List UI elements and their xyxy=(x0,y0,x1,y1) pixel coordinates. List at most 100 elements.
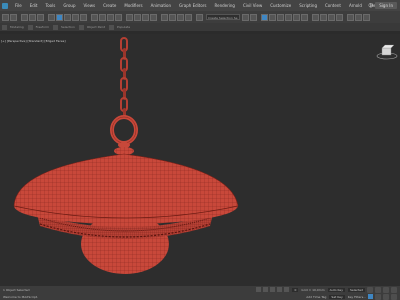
view-cube-icon[interactable] xyxy=(376,44,398,60)
ribbon-tab-populate[interactable]: Populate xyxy=(117,25,130,29)
hanging-ring xyxy=(110,115,138,145)
ribbon-tab-object-paint[interactable]: Object Paint xyxy=(87,25,105,29)
rendered-frame-icon[interactable] xyxy=(320,13,327,21)
mirror-icon[interactable] xyxy=(242,13,249,21)
percent-snap-icon[interactable] xyxy=(177,13,184,21)
perspective-viewport[interactable]: [+] [Perspective] [Standard] [Edged Face… xyxy=(0,34,400,286)
align-icon[interactable] xyxy=(250,13,257,21)
menu-edit[interactable]: Edit xyxy=(26,3,42,8)
viewport-canvas xyxy=(13,37,398,274)
grid-readout: Grid = 10,0mm xyxy=(301,287,325,292)
render-active-icon[interactable] xyxy=(336,13,343,21)
menu-tools[interactable]: Tools xyxy=(41,3,59,8)
menu-arnold[interactable]: Arnold xyxy=(345,3,366,8)
finial xyxy=(114,142,134,155)
schematic-view-icon[interactable] xyxy=(293,13,300,21)
ribbon-modeling-icon[interactable] xyxy=(2,24,7,30)
go-to-start-icon[interactable] xyxy=(256,287,262,292)
layer-explorer-icon[interactable] xyxy=(269,13,276,21)
redo-icon[interactable] xyxy=(10,13,17,21)
menu-graph-editors[interactable]: Graph Editors xyxy=(175,3,210,8)
menu-create[interactable]: Create xyxy=(99,3,120,8)
ribbon-freeform-icon[interactable] xyxy=(27,24,33,30)
menu-animation[interactable]: Animation xyxy=(147,3,175,8)
add-time-tag[interactable]: Add Time Tag xyxy=(306,295,326,299)
curve-editor-icon[interactable] xyxy=(285,13,292,21)
play-icon[interactable] xyxy=(270,287,276,292)
current-frame-field[interactable]: 0 xyxy=(292,287,299,292)
placement-icon[interactable] xyxy=(115,13,122,21)
ribbon-populate-icon[interactable] xyxy=(109,24,115,30)
reference-coord-icon[interactable] xyxy=(126,13,133,21)
next-frame-icon[interactable] xyxy=(277,287,283,292)
menu-group[interactable]: Group xyxy=(59,3,79,8)
auto-key-button[interactable]: Auto Key xyxy=(327,287,345,292)
menu-civil-view[interactable]: Civil View xyxy=(239,3,266,8)
undo-icon[interactable] xyxy=(2,13,9,21)
set-key-icon[interactable] xyxy=(368,294,373,299)
arnold-light-icon[interactable] xyxy=(355,13,362,21)
rotate-icon[interactable] xyxy=(99,13,106,21)
maximize-viewport-icon[interactable] xyxy=(391,293,397,300)
ribbon-tab-modeling[interactable]: Modeling xyxy=(10,25,24,29)
menu-bar: File Edit Tools Group Views Create Modifiers An… xyxy=(0,0,400,11)
menu-views[interactable]: Views xyxy=(80,3,100,8)
selection-filter-icon[interactable] xyxy=(48,13,55,21)
ribbon-tab-freeform[interactable]: Freeform xyxy=(36,25,49,29)
manipulate-icon[interactable] xyxy=(142,13,149,21)
ribbon-toggle-icon[interactable] xyxy=(277,13,284,21)
arnold-settings-icon[interactable] xyxy=(363,13,370,21)
status-bar: 1 Object Selected 0 Grid = 10,0mm Auto K… xyxy=(0,286,400,300)
field-of-view-icon[interactable] xyxy=(391,286,397,293)
pan-icon[interactable] xyxy=(375,293,381,300)
zoom-extents-icon[interactable] xyxy=(383,286,389,293)
menu-content[interactable]: Content xyxy=(321,3,345,8)
link-icon[interactable] xyxy=(21,13,28,21)
lamp-shade xyxy=(13,153,239,225)
key-filters-button[interactable]: Key Filters... xyxy=(348,295,366,299)
zoom-icon[interactable] xyxy=(367,286,373,293)
select-object-icon[interactable] xyxy=(56,13,63,21)
menu-right: ☺ Sign In xyxy=(368,2,397,9)
select-by-name-icon[interactable] xyxy=(64,13,71,21)
scene-explorer-icon[interactable] xyxy=(261,13,268,21)
snap-toggle-icon[interactable] xyxy=(161,13,168,21)
unlink-icon[interactable] xyxy=(29,13,36,21)
maxscript-listener[interactable]: Welcome to MAXScript. xyxy=(3,295,38,299)
keyboard-shortcut-icon[interactable] xyxy=(150,13,157,21)
menu-rendering[interactable]: Rendering xyxy=(211,3,239,8)
menu-list: File Edit Tools Group Views Create Modifiers An… xyxy=(11,3,383,8)
chain xyxy=(120,37,128,118)
app-logo-icon[interactable] xyxy=(2,2,8,9)
scale-icon[interactable] xyxy=(107,13,114,21)
previous-frame-icon[interactable] xyxy=(263,287,269,292)
menu-customize[interactable]: Customize xyxy=(266,3,295,8)
set-key-button[interactable]: Set Key xyxy=(329,294,345,299)
menu-file[interactable]: File xyxy=(11,3,26,8)
selected-dropdown[interactable]: Selected xyxy=(347,287,365,292)
rect-selection-icon[interactable] xyxy=(72,13,79,21)
user-icon[interactable]: ☺ xyxy=(368,3,373,9)
selection-status: 1 Object Selected xyxy=(3,287,30,292)
render-setup-icon[interactable] xyxy=(312,13,319,21)
edit-named-sets-icon[interactable] xyxy=(196,13,203,21)
material-editor-icon[interactable] xyxy=(301,13,308,21)
bind-icon[interactable] xyxy=(37,13,44,21)
arnold-render-icon[interactable] xyxy=(347,13,354,21)
render-production-icon[interactable] xyxy=(328,13,335,21)
sign-in-button[interactable]: Sign In xyxy=(375,2,397,9)
selection-set-dropdown[interactable]: Create Selection Se xyxy=(206,14,240,20)
ribbon-tab-selection[interactable]: Selection xyxy=(61,25,75,29)
angle-snap-icon[interactable] xyxy=(169,13,176,21)
pivot-icon[interactable] xyxy=(134,13,141,21)
window-crossing-icon[interactable] xyxy=(80,13,87,21)
menu-scripting[interactable]: Scripting xyxy=(295,3,321,8)
ribbon-selection-icon[interactable] xyxy=(53,24,59,30)
zoom-all-icon[interactable] xyxy=(375,286,381,293)
go-to-end-icon[interactable] xyxy=(284,287,290,292)
orbit-icon[interactable] xyxy=(383,293,389,300)
ribbon-object-paint-icon[interactable] xyxy=(78,24,84,30)
move-icon[interactable] xyxy=(91,13,98,21)
spinner-snap-icon[interactable] xyxy=(185,13,192,21)
menu-modifiers[interactable]: Modifiers xyxy=(120,3,146,8)
